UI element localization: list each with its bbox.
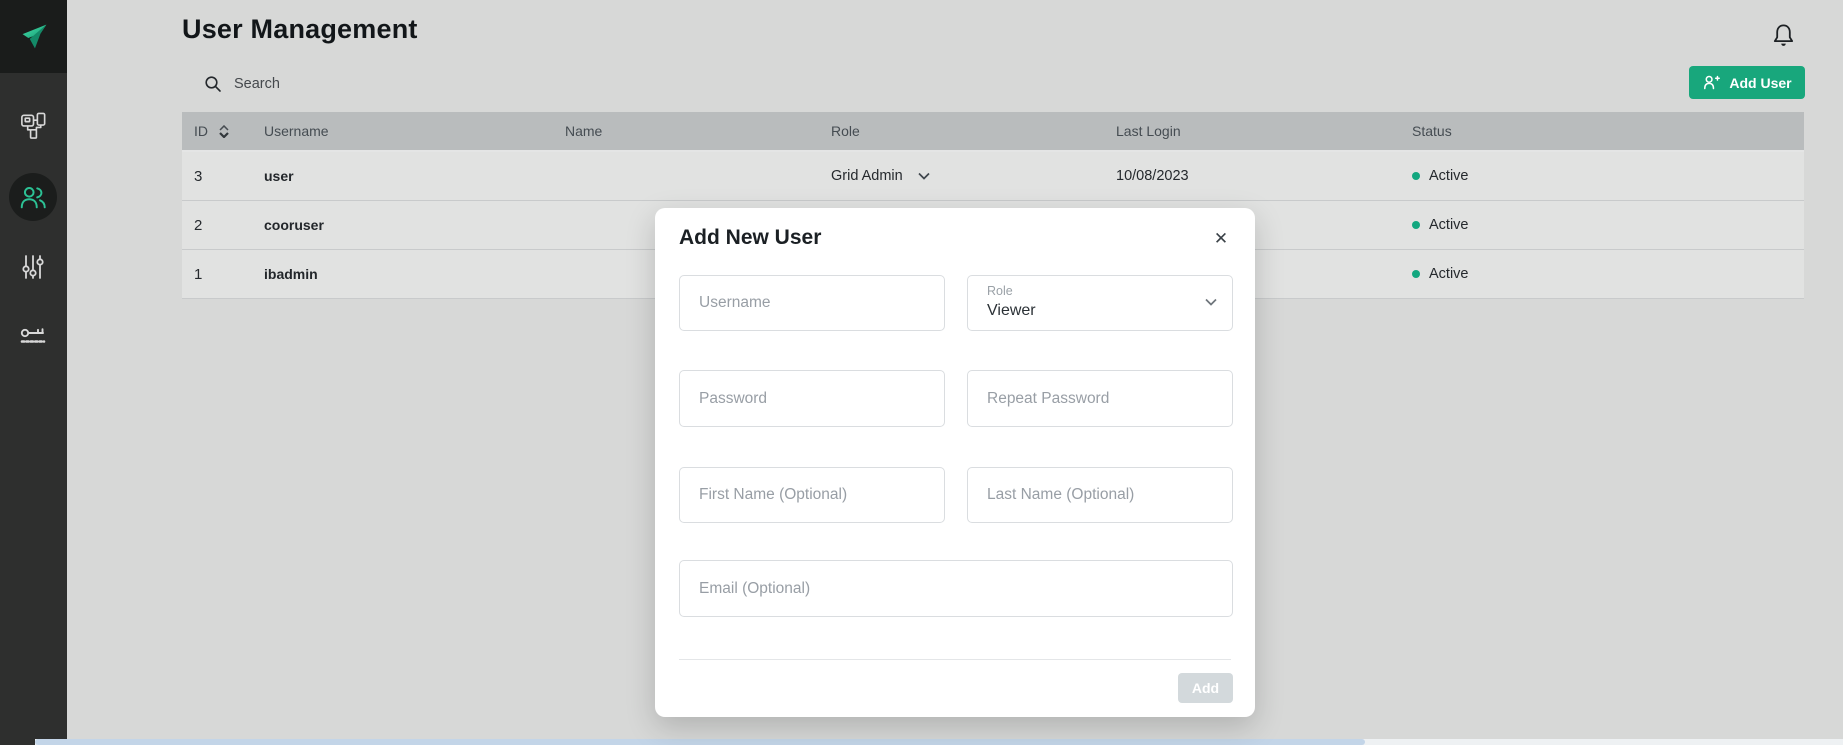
close-icon[interactable]: ✕ <box>1208 226 1234 252</box>
horizontal-scrollbar[interactable] <box>35 739 1843 745</box>
users-icon <box>18 182 48 212</box>
modal-footer-divider <box>679 659 1231 660</box>
sidebar-item-settings[interactable] <box>9 243 57 291</box>
status-dot <box>1412 221 1420 229</box>
add-new-user-modal: Add New User ✕ Role Viewer Add <box>655 208 1255 717</box>
user-plus-icon <box>1702 73 1721 92</box>
repeat-password-field[interactable] <box>967 370 1233 427</box>
bell-icon <box>1770 21 1797 50</box>
modal-role-select[interactable]: Role Viewer <box>967 275 1233 331</box>
column-header-id-label: ID <box>194 123 208 139</box>
chevron-down-icon <box>1205 298 1217 306</box>
password-field[interactable] <box>679 370 945 427</box>
brand-logo <box>0 0 67 73</box>
status-label: Active <box>1429 266 1469 282</box>
sort-icon <box>219 125 229 138</box>
column-header-id[interactable]: ID <box>182 123 252 139</box>
table-header-row: ID Username Name Role Last Login Status <box>182 112 1804 152</box>
email-field[interactable] <box>679 560 1233 617</box>
cell-username: cooruser <box>252 217 553 233</box>
cell-username: ibadmin <box>252 266 553 282</box>
cell-status: Active <box>1400 266 1804 282</box>
search-input[interactable] <box>232 75 566 93</box>
brand-logo-icon <box>15 18 53 56</box>
cell-status: Active <box>1400 217 1804 233</box>
chevron-down-icon <box>918 172 930 180</box>
grid-topology-icon <box>18 109 49 142</box>
status-dot <box>1412 270 1420 278</box>
column-header-last-login: Last Login <box>1104 123 1400 139</box>
cell-last-login: 10/08/2023 <box>1104 168 1400 184</box>
cell-id: 3 <box>182 168 252 185</box>
add-user-button[interactable]: Add User <box>1689 66 1805 99</box>
sliders-icon <box>18 252 48 282</box>
search-bar <box>204 70 566 98</box>
search-icon <box>204 75 222 93</box>
role-label: Role <box>987 284 1013 298</box>
cell-status: Active <box>1400 168 1804 184</box>
add-user-button-label: Add User <box>1729 75 1791 91</box>
column-header-name: Name <box>553 123 819 139</box>
column-header-status: Status <box>1400 123 1804 139</box>
status-label: Active <box>1429 217 1469 233</box>
sidebar-item-grid[interactable] <box>9 101 57 149</box>
cell-id: 2 <box>182 217 252 234</box>
sidebar-item-users[interactable] <box>9 173 57 221</box>
notifications-button[interactable] <box>1766 18 1800 52</box>
cell-id: 1 <box>182 266 252 283</box>
sidebar <box>0 0 67 745</box>
column-header-username: Username <box>252 123 553 139</box>
sidebar-item-credentials[interactable] <box>9 313 57 361</box>
scrollbar-thumb[interactable] <box>35 739 1365 745</box>
cell-username: user <box>252 168 553 184</box>
first-name-field[interactable] <box>679 467 945 523</box>
status-label: Active <box>1429 168 1469 184</box>
status-dot <box>1412 172 1420 180</box>
table-row: 3 user Grid Admin 10/08/2023 Active <box>182 152 1804 201</box>
role-select[interactable]: Grid Admin <box>819 168 1104 184</box>
role-selected-value: Viewer <box>987 302 1036 320</box>
modal-add-button[interactable]: Add <box>1178 673 1233 703</box>
app-window: User Management Add User <box>0 0 1843 745</box>
key-icon <box>18 324 48 350</box>
column-header-role: Role <box>819 123 1104 139</box>
username-field[interactable] <box>679 275 945 331</box>
last-name-field[interactable] <box>967 467 1233 523</box>
page-title: User Management <box>182 14 418 45</box>
modal-title: Add New User <box>679 226 821 250</box>
role-value: Grid Admin <box>831 168 903 184</box>
